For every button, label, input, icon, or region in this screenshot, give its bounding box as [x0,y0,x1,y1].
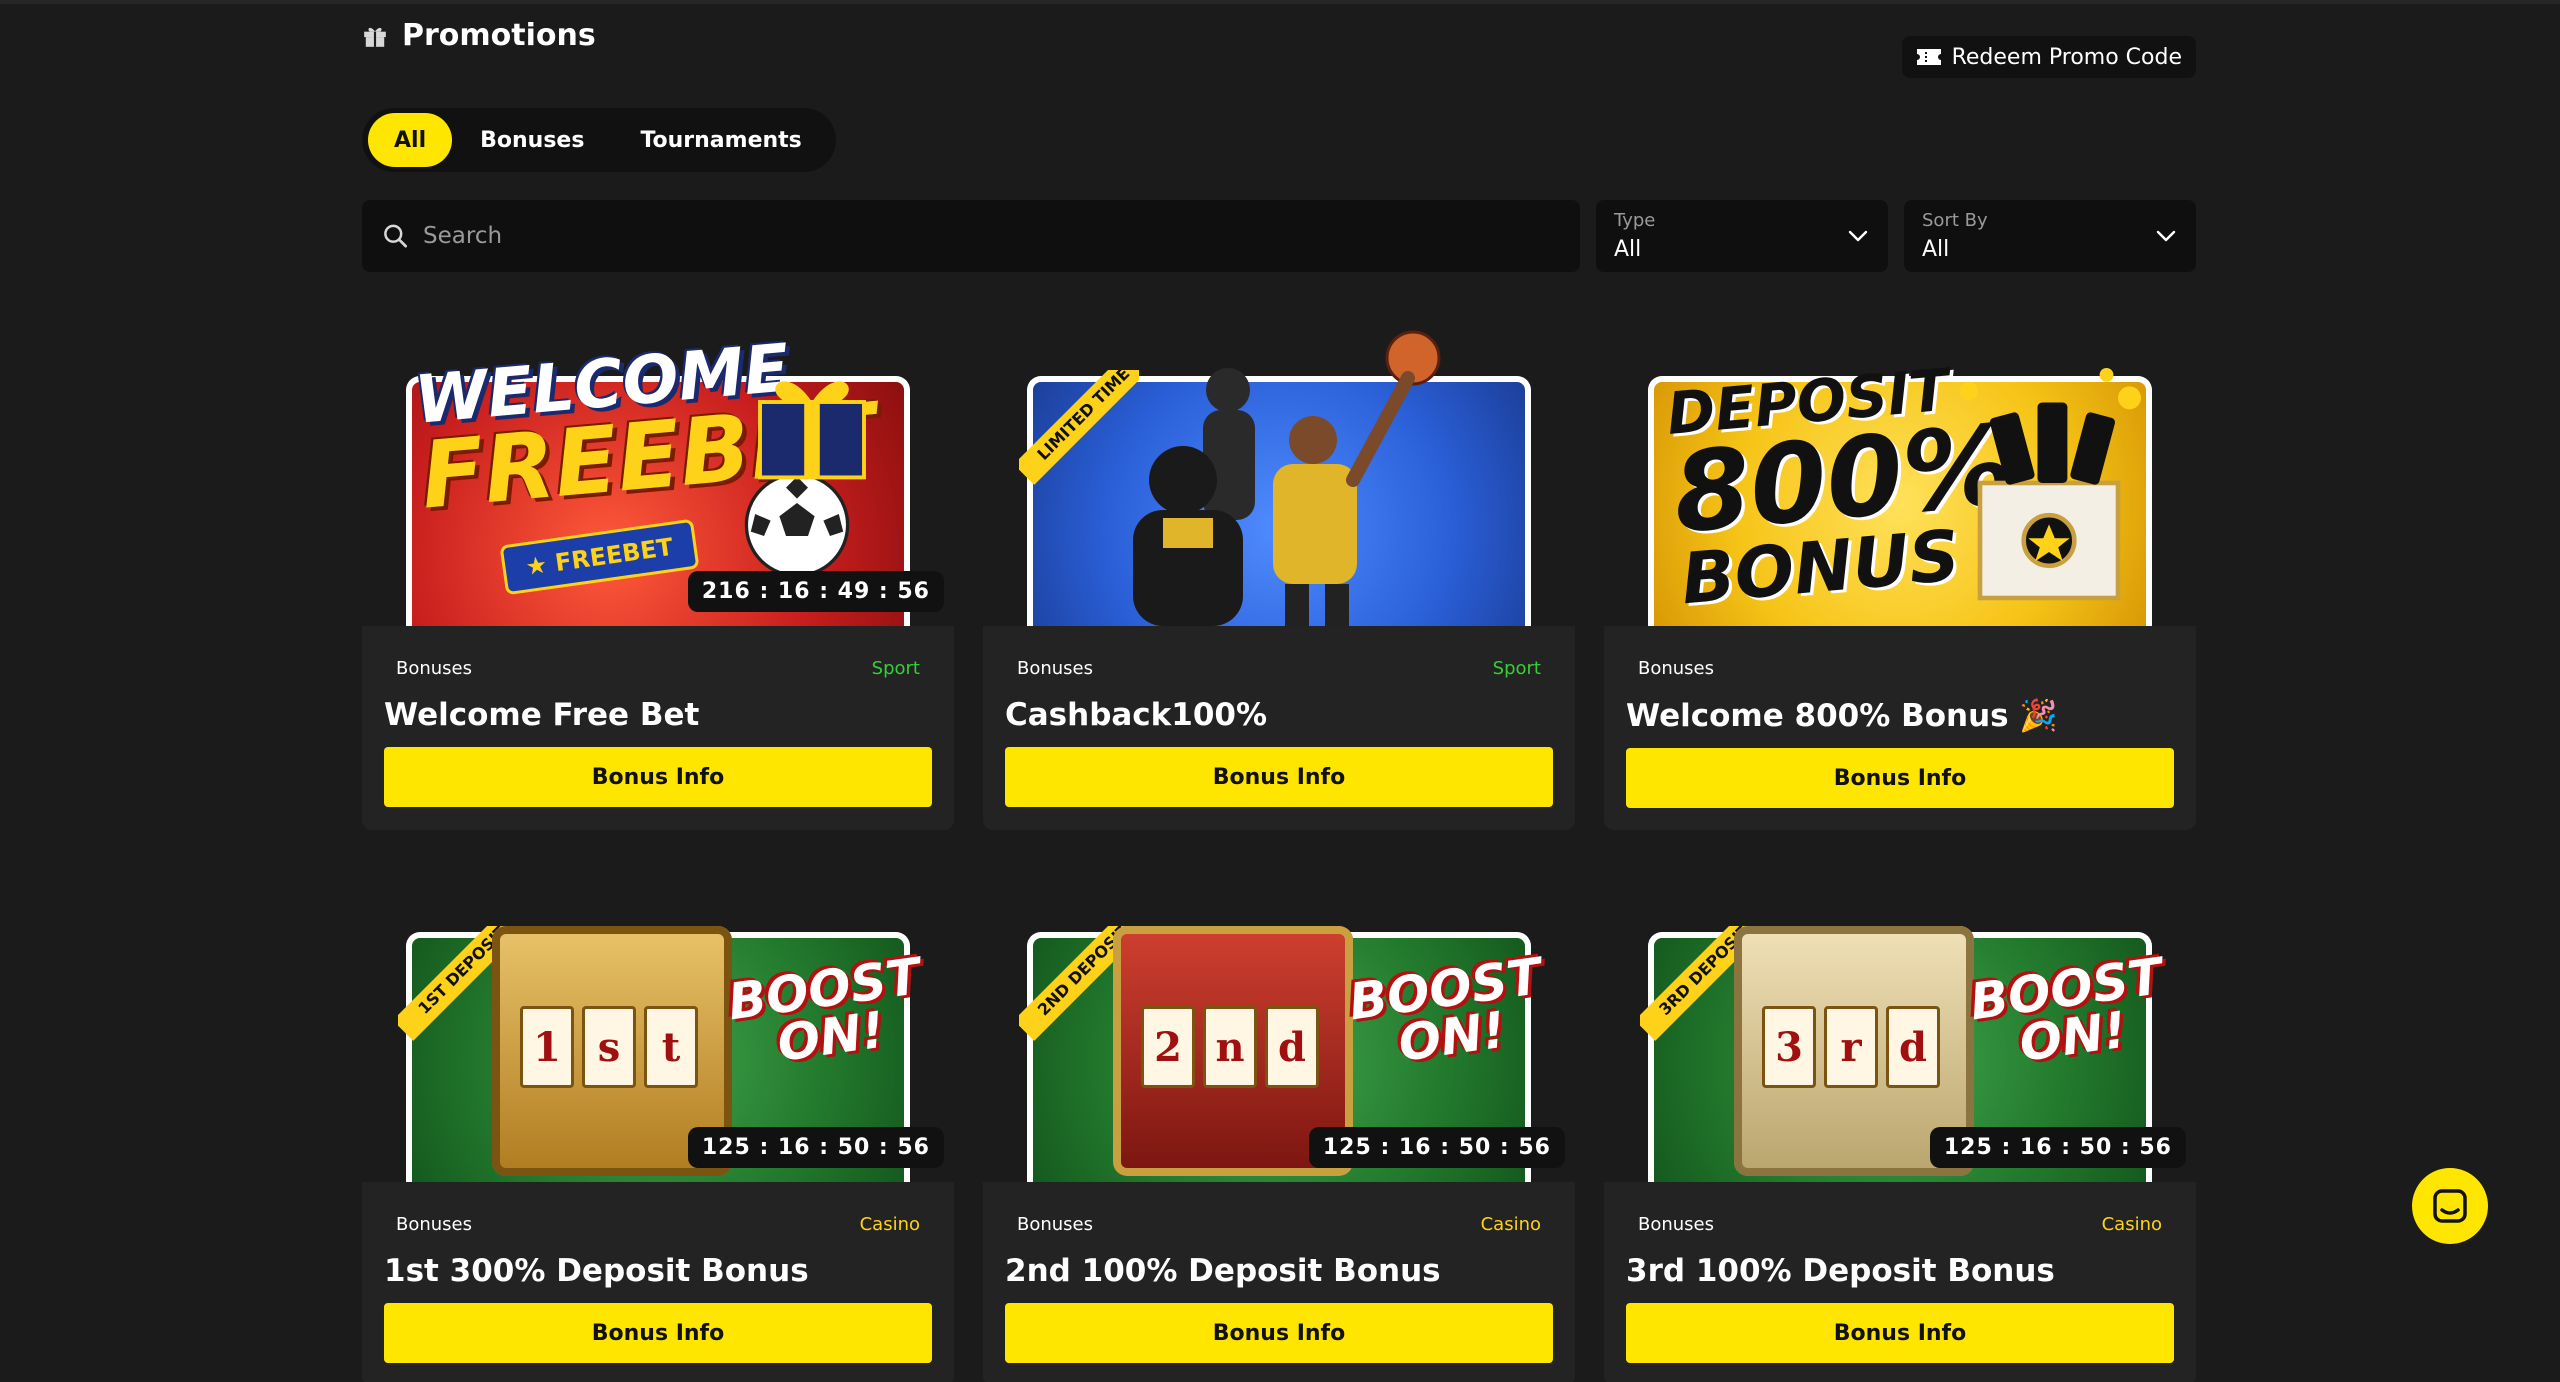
slot-reel: r [1824,1006,1878,1088]
card-tag: Casino [859,1214,920,1235]
promo-card: DEPOSIT 800% BONUS Bonuses Welcome 800% … [1604,310,2196,830]
promo-banner[interactable]: DEPOSIT 800% BONUS [1604,310,2196,626]
slot-reels: 3 r d [1762,1006,1940,1088]
gift-box-icon [758,381,866,480]
athletes-illustration [1133,330,1441,626]
slot-reels: 2 n d [1141,1006,1319,1088]
countdown-timer: 125 : 16 : 50 : 56 [1929,1127,2186,1168]
promo-card: WELCOME FREEBET ★ FREEBET 216: 16: 49 … [362,310,954,830]
slot-reel: 2 [1141,1006,1195,1088]
card-meta: Bonuses Casino [1626,1214,2174,1235]
promotions-page: Promotions Redeem Promo Code All Bonuses… [362,0,2196,1382]
promo-card-body: Bonuses Casino 1st 300% Deposit Bonus Bo… [362,1214,954,1363]
page-title-text: Promotions [402,18,596,53]
card-category: Bonuses [396,658,473,679]
redeem-promo-code-label: Redeem Promo Code [1951,44,2182,70]
promo-card-body: Bonuses Sport Welcome Free Bet Bonus Inf… [362,658,954,807]
search-box [362,200,1580,272]
redeem-promo-code-button[interactable]: Redeem Promo Code [1901,36,2196,78]
slot-reel: s [582,1006,636,1088]
bonus-info-button[interactable]: Bonus Info [384,747,932,807]
slot-reel: n [1203,1006,1257,1088]
countdown-timer: 216 : 16 : 49 : 56 [687,571,944,612]
slot-reels: 1 s t [520,1006,698,1088]
freebet-ticket-label: FREEBET [553,532,675,578]
countdown-timer: 125 : 16 : 50 : 56 [687,1127,944,1168]
card-category: Bonuses [1638,658,1715,679]
bonus-info-button[interactable]: Bonus Info [1005,1303,1553,1363]
card-category: Bonuses [1017,1214,1094,1235]
card-tag: Sport [1492,658,1541,679]
chevron-down-icon [2156,230,2176,242]
card-title: 1st 300% Deposit Bonus [384,1253,809,1289]
bonus-info-button[interactable]: Bonus Info [1005,747,1553,807]
tab-bonuses-label: Bonuses [480,127,585,153]
promo-card-body: Bonuses Sport Cashback100% Bonus Info [983,658,1575,807]
promo-card: LIMITED TIME Bonuses Sport Cashback100% … [983,310,1575,830]
type-select[interactable]: Type All [1596,200,1888,272]
tab-tournaments[interactable]: Tournaments [612,113,829,167]
card-tag: Casino [1480,1214,1541,1235]
tab-tournaments-label: Tournaments [640,127,802,153]
filter-bar: Type All Sort By All [362,200,2196,272]
chat-button[interactable] [2412,1168,2488,1244]
card-tag: Sport [871,658,920,679]
card-title: Welcome 800% Bonus 🎉 [1626,698,2059,734]
promo-card-body: Bonuses Welcome 800% Bonus 🎉 Bonus Info [1604,658,2196,808]
card-category: Bonuses [396,1214,473,1235]
bonus-info-button[interactable]: Bonus Info [1626,748,2174,808]
type-select-label: Type [1614,210,1656,231]
star-icon: ★ [523,549,558,582]
promotion-grid: WELCOME FREEBET ★ FREEBET 216: 16: 49 … [362,310,2196,1382]
treasure-box-icon [1959,368,2141,601]
ticket-icon [1916,49,1941,65]
chevron-down-icon [1848,230,1868,242]
card-meta: Bonuses Sport [1005,658,1553,679]
search-input[interactable] [423,223,1580,249]
page-header: Promotions Redeem Promo Code [362,0,2196,84]
card-title: Cashback100% [1005,697,1268,733]
sort-select[interactable]: Sort By All [1904,200,2196,272]
promo-banner[interactable]: LIMITED TIME [983,310,1575,626]
card-title: Welcome Free Bet [384,697,700,733]
card-meta: Bonuses Sport [384,658,932,679]
promo-card: 3RD DEPOSIT 3 r d BOOST ON! 125 : 16 : 5… [1604,866,2196,1382]
promo-banner[interactable]: 2ND DEPOSIT 2 n d BOOST ON! 125 : 16 : 5… [983,866,1575,1182]
card-meta: Bonuses [1626,658,2174,679]
card-meta: Bonuses Casino [1005,1214,1553,1235]
card-meta: Bonuses Casino [384,1214,932,1235]
chat-icon [2433,1189,2467,1223]
promo-card-body: Bonuses Casino 3rd 100% Deposit Bonus Bo… [1604,1214,2196,1363]
card-tag: Casino [2101,1214,2162,1235]
tab-all[interactable]: All [368,113,453,167]
card-category: Bonuses [1017,658,1094,679]
promo-card: 1ST DEPOSIT 1 s t BOOST ON! 125 : 16 : 5… [362,866,954,1382]
sort-select-value: All [1922,237,1950,262]
search-icon [384,224,408,248]
promo-card-body: Bonuses Casino 2nd 100% Deposit Bonus Bo… [983,1214,1575,1363]
tab-all-label: All [394,127,427,153]
slot-reel: t [644,1006,698,1088]
page-title: Promotions [362,18,596,53]
slot-reel: d [1265,1006,1319,1088]
card-title: 2nd 100% Deposit Bonus [1005,1253,1441,1289]
tab-bonuses[interactable]: Bonuses [452,113,612,167]
promo-card: 2ND DEPOSIT 2 n d BOOST ON! 125 : 16 : 5… [983,866,1575,1382]
type-select-value: All [1614,237,1642,262]
slot-reel: 3 [1762,1006,1816,1088]
gift-icon [364,27,386,47]
promotion-tabs: All Bonuses Tournaments [362,108,836,172]
card-title: 3rd 100% Deposit Bonus [1626,1253,2055,1289]
bonus-info-button[interactable]: Bonus Info [1626,1303,2174,1363]
promo-banner[interactable]: 3RD DEPOSIT 3 r d BOOST ON! 125 : 16 : 5… [1604,866,2196,1182]
promo-banner[interactable]: WELCOME FREEBET ★ FREEBET 216: 16: 49 … [362,310,954,626]
bonus-info-button[interactable]: Bonus Info [384,1303,932,1363]
soccer-ball-icon [744,472,850,578]
card-category: Bonuses [1638,1214,1715,1235]
slot-reel: d [1886,1006,1940,1088]
slot-reel: 1 [520,1006,574,1088]
sort-select-label: Sort By [1922,210,1988,231]
promo-banner[interactable]: 1ST DEPOSIT 1 s t BOOST ON! 125 : 16 : 5… [362,866,954,1182]
countdown-timer: 125 : 16 : 50 : 56 [1308,1127,1565,1168]
